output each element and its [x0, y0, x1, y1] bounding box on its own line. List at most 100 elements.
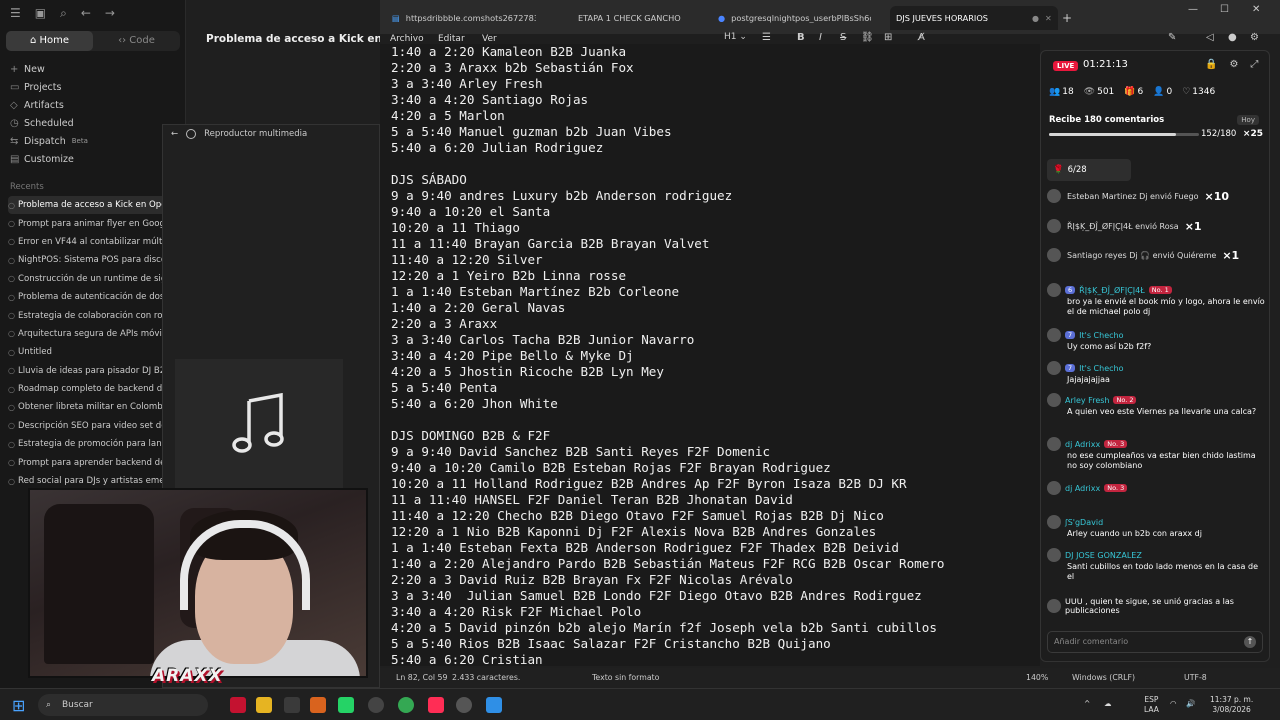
app-icon-3[interactable] [310, 697, 326, 713]
sidebar-item-projects[interactable]: ▭ Projects [10, 78, 180, 96]
username[interactable]: Arley Fresh [1065, 396, 1109, 405]
folder-icon[interactable] [256, 697, 272, 713]
app-icon-4[interactable] [368, 697, 384, 713]
recent-chat-item[interactable]: ○ Problema de autenticación de dos [8, 288, 168, 306]
recent-chat-item[interactable]: ○ Arquitectura segura de APIs móvi [8, 325, 168, 343]
recent-chat-item[interactable]: ○ Error en VF44 al contabilizar múlt [8, 233, 168, 251]
megaphone-icon[interactable]: ◁ [1206, 32, 1214, 43]
sidebar-item-scheduled[interactable]: ◷ Scheduled [10, 114, 180, 132]
username[interactable]: DJ JOSE GONZALEZ [1065, 551, 1142, 560]
taskbar-search[interactable]: ⌕ Buscar [38, 694, 208, 716]
editor-line: 12:20 a 1 Nio B2B Kaponni Dj F2F Alexis … [391, 524, 877, 539]
search-icon[interactable]: ⌕ [60, 6, 67, 21]
recent-chat-item[interactable]: ○ Problema de acceso a Kick en Ope [8, 196, 168, 215]
zoom-level[interactable]: 140% [1026, 673, 1048, 682]
menu-ver[interactable]: Ver [482, 34, 497, 44]
clear-format-icon[interactable]: A̸ [918, 32, 925, 43]
editor-line: 5:40 a 6:20 Julian Rodriguez [391, 140, 604, 155]
recent-chat-item[interactable]: ○ Prompt para animar flyer en Goog [8, 214, 168, 232]
recent-chat-label: Prompt para animar flyer en Goog [18, 218, 165, 229]
segment-home[interactable]: ⌂ Home [6, 31, 93, 51]
minimize-icon[interactable]: — [1188, 4, 1198, 15]
username[interactable]: ʃS'gDavid [1065, 518, 1103, 527]
recent-chat-item[interactable]: ○ Untitled [8, 343, 168, 361]
notepad-statusbar: Ln 82, Col 59 2.433 caracteres. Texto si… [380, 668, 1280, 688]
onedrive-icon[interactable]: ☁ [1104, 699, 1112, 709]
recent-chat-item[interactable]: ○ Construcción de un runtime de sig [8, 270, 168, 288]
panel-icon[interactable]: ▣ [35, 6, 46, 21]
sidebar-item-customize[interactable]: ▤ Customize [10, 150, 180, 168]
forward-icon[interactable]: → [105, 6, 115, 21]
heart-icon: ♡ [1182, 87, 1191, 97]
tab-dribbble[interactable]: ▤ httpsdribbble.comshots26727839-M [392, 8, 536, 28]
username[interactable]: It's Checho [1079, 364, 1123, 373]
table-icon[interactable]: ⊞ [884, 32, 892, 43]
app-icon-1[interactable] [230, 697, 246, 713]
windows-start-icon[interactable]: ⊞ [12, 696, 25, 715]
recent-chat-item[interactable]: ○ Descripción SEO para video set de [8, 417, 168, 435]
tiktok-icon[interactable] [428, 697, 444, 713]
recent-chat-item[interactable]: ○ Estrategia de colaboración con rol [8, 306, 168, 324]
list-icon[interactable]: ☰ [762, 32, 771, 43]
volume-icon[interactable]: 🔊 [1186, 699, 1195, 709]
recent-chat-item[interactable]: ○ Roadmap completo de backend de [8, 380, 168, 398]
notepad-icon[interactable] [486, 697, 502, 713]
editor-line: 4:20 a 5 Marlon [391, 108, 505, 123]
sidebar-item-new[interactable]: + New [10, 60, 180, 78]
chrome-icon[interactable] [398, 697, 414, 713]
send-icon[interactable]: ↑ [1244, 636, 1256, 648]
comment-goal: Recibe 180 comentarios Hoy 152/180 ×25 [1049, 115, 1265, 139]
username[interactable]: ŘĮ$Ķ_ĐĴ_ØFĮÇĮ4Ł [1079, 286, 1145, 295]
username[interactable]: It's Checho [1079, 331, 1123, 340]
menu-editar[interactable]: Editar [438, 34, 465, 44]
settings-icon[interactable]: ⚙ [1229, 59, 1238, 70]
rank-badge: No. 2 [1113, 396, 1137, 404]
recent-chat-item[interactable]: ○ Estrategia de promoción para lanz [8, 435, 168, 453]
recent-chat-item[interactable]: ○ Obtener libreta militar en Colomb [8, 398, 168, 416]
username[interactable]: dj Adrixx [1065, 484, 1100, 493]
gear-icon[interactable]: ⚙ [1250, 32, 1259, 43]
sidebar-top-icons: ☰ ▣ ⌕ ← → [10, 6, 115, 21]
heading-dropdown[interactable]: H1 ⌄ [724, 32, 747, 42]
menu-icon[interactable]: ☰ [10, 6, 21, 21]
expand-icon[interactable]: ⤢ [1250, 59, 1258, 70]
stat-value: 501 [1097, 87, 1115, 97]
avatar [1047, 328, 1061, 342]
close-window-icon[interactable]: ✕ [1252, 4, 1260, 15]
gift-text: Santiago reyes Dj 🎧 envió Quiéreme [1067, 250, 1217, 260]
language-indicator[interactable]: ESP LAA [1144, 695, 1159, 715]
chat-bubble-icon: ○ [8, 311, 15, 321]
username[interactable]: dj Adrixx [1065, 440, 1100, 449]
tab-djs-jueves[interactable]: DJS JUEVES HORARIOS ● ✕ [890, 6, 1058, 30]
lock-icon[interactable]: 🔒 [1205, 59, 1217, 70]
recent-chat-item[interactable]: ○ Lluvia de ideas para pisador DJ B2 [8, 362, 168, 380]
segment-code[interactable]: ‹› Code [93, 31, 180, 51]
close-icon[interactable]: ✕ [1045, 14, 1052, 23]
notepad-editor[interactable]: 1:40 a 2:20 Kamaleon B2B Juanka 2:20 a 3 … [380, 44, 1040, 666]
back-arrow-icon[interactable]: ← [171, 129, 178, 139]
comment-input[interactable]: Añadir comentario ↑ [1047, 631, 1263, 653]
wifi-icon[interactable]: ◠ [1170, 699, 1177, 709]
tray-chevron-icon[interactable]: ^ [1084, 699, 1090, 709]
italic-icon[interactable]: I [819, 32, 822, 43]
pen-icon[interactable]: ✎ [1168, 32, 1176, 43]
recent-chat-label: Roadmap completo de backend de [18, 384, 168, 395]
tab-etapa[interactable]: ETAPA 1 CHECK GANCHO [578, 8, 681, 28]
back-icon[interactable]: ← [81, 6, 91, 21]
clock[interactable]: 11:37 p. m. 3/08/2026 [1210, 695, 1253, 715]
sidebar-item-artifacts[interactable]: ◇ Artifacts [10, 96, 180, 114]
recent-chat-item[interactable]: ○ Prompt para aprender backend de [8, 453, 168, 471]
new-tab-button[interactable]: + [1062, 8, 1072, 28]
link-icon[interactable]: ⛓ [861, 32, 874, 43]
whatsapp-icon[interactable] [338, 697, 354, 713]
bold-icon[interactable]: B [797, 32, 805, 43]
avatar[interactable]: ● [1228, 32, 1237, 43]
tab-postgres[interactable]: ● postgresqlnightpos_userbPlBsSh6oT [718, 8, 871, 28]
recent-chat-item[interactable]: ○ NightPOS: Sistema POS para disco [8, 251, 168, 269]
menu-archivo[interactable]: Archivo [390, 34, 424, 44]
app-icon-2[interactable] [284, 697, 300, 713]
strikethrough-icon[interactable]: S [840, 32, 846, 43]
maximize-icon[interactable]: ☐ [1220, 4, 1229, 15]
media-player-icon[interactable] [456, 697, 472, 713]
sidebar-item-dispatch[interactable]: ⇆ Dispatch Beta [10, 132, 180, 150]
